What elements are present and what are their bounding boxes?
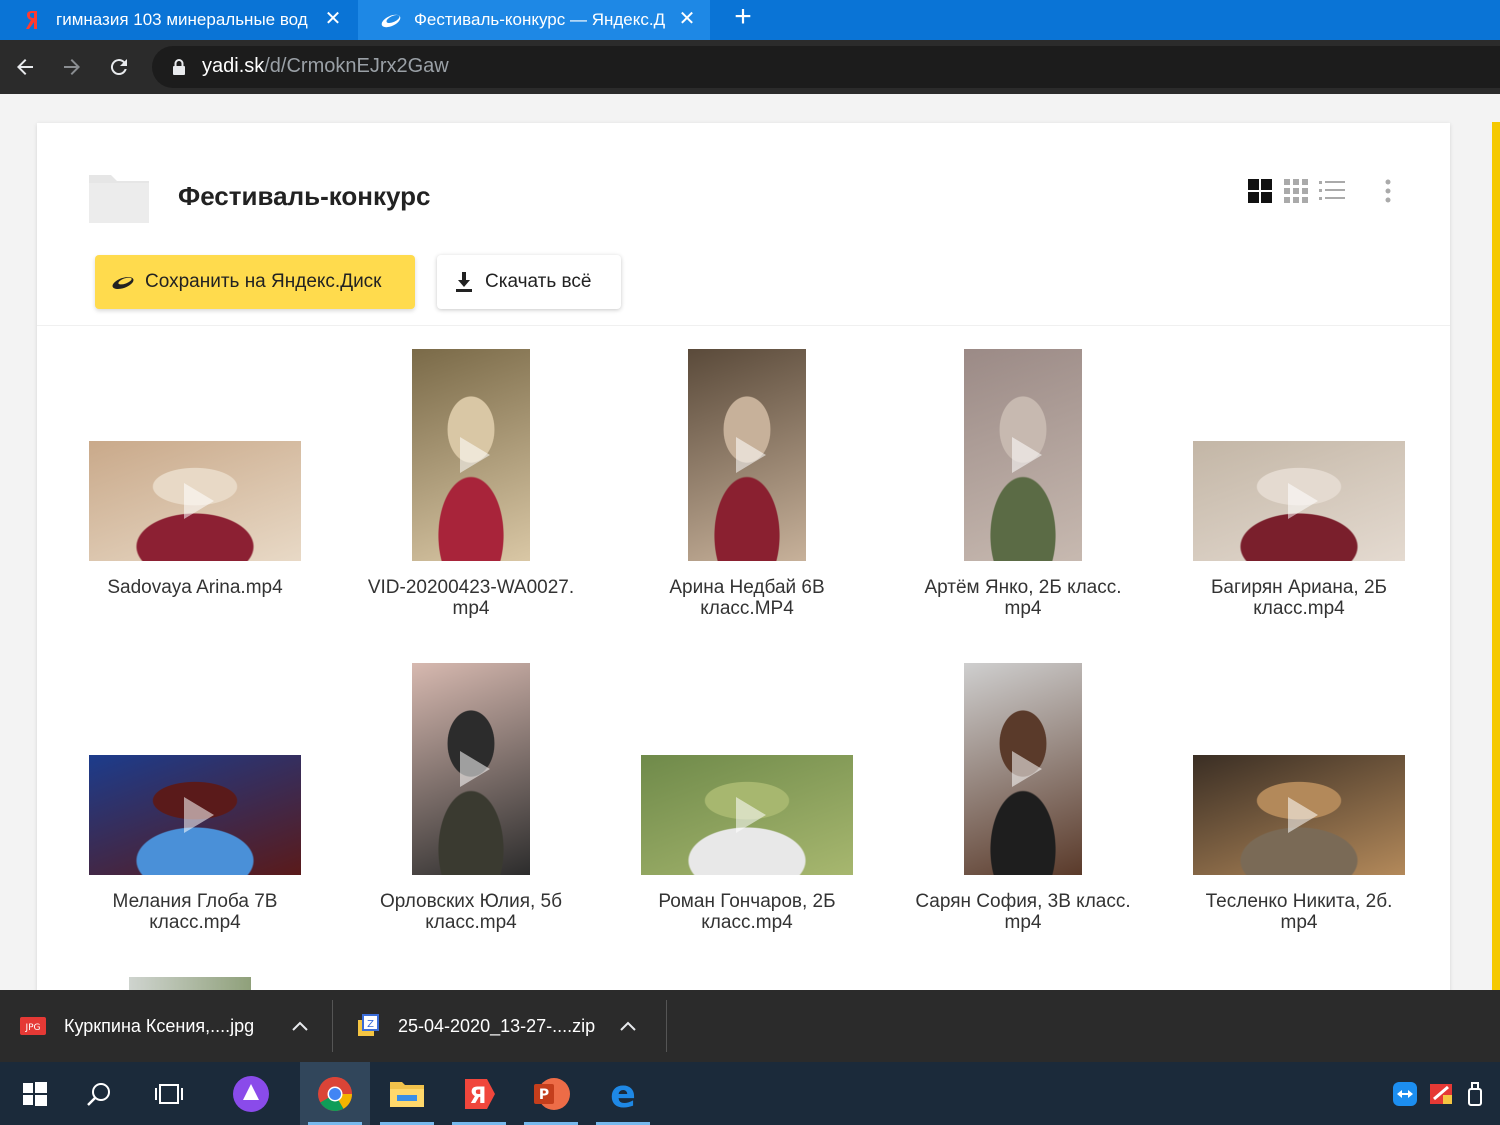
svg-text:JPG: JPG xyxy=(24,1023,40,1033)
file-name[interactable]: VID-20200423-WA0027. mp4 xyxy=(341,577,601,619)
tab-strip: гимназия 103 минеральные вод ✕ Фестиваль… xyxy=(0,0,1500,40)
taskbar: Я P e xyxy=(0,1062,1500,1125)
yandex-disk-icon xyxy=(380,9,402,31)
play-icon xyxy=(460,437,490,473)
more-options-icon[interactable] xyxy=(1375,178,1401,204)
video-thumbnail[interactable] xyxy=(1193,755,1405,875)
tab-title: Фестиваль-конкурс — Яндекс.Д xyxy=(414,10,666,29)
play-icon xyxy=(1012,437,1042,473)
list-view-icon[interactable] xyxy=(1319,178,1345,204)
file-thumbnail-partial[interactable] xyxy=(129,977,251,990)
reload-icon[interactable] xyxy=(102,50,136,84)
page-viewport: Фестиваль-конкурс Сохранить на Яндекс.Ди… xyxy=(0,94,1500,990)
yandex-icon xyxy=(22,9,44,31)
file-name[interactable]: Мелания Глоба 7В класс.mp4 xyxy=(65,891,325,933)
file-name[interactable]: Орловских Юлия, 5б класс.mp4 xyxy=(341,891,601,933)
tab-title: гимназия 103 минеральные вод xyxy=(56,10,308,29)
download-all-button[interactable]: Скачать всё xyxy=(437,255,621,309)
play-icon xyxy=(184,483,214,519)
save-to-disk-label: Сохранить на Яндекс.Диск xyxy=(145,271,382,292)
download-icon xyxy=(455,272,473,292)
download-separator xyxy=(332,1000,333,1052)
page-scrollbar[interactable] xyxy=(1492,122,1500,990)
file-name[interactable]: Артём Янко, 2Б класс. mp4 xyxy=(893,577,1153,619)
play-icon xyxy=(1288,797,1318,833)
file-name[interactable]: Роман Гончаров, 2Б класс.mp4 xyxy=(617,891,877,933)
close-tab-icon[interactable]: ✕ xyxy=(324,9,342,29)
video-thumbnail[interactable] xyxy=(89,441,301,561)
play-icon xyxy=(1288,483,1318,519)
download-all-label: Скачать всё xyxy=(485,271,592,292)
tab-festival[interactable]: Фестиваль-конкурс — Яндекс.Д ✕ xyxy=(358,0,710,40)
play-icon xyxy=(736,437,766,473)
address-bar[interactable]: yadi.sk/d/CrmoknEJrx2Gaw xyxy=(152,46,1500,88)
back-arrow-icon[interactable] xyxy=(8,50,42,84)
windows-start-icon[interactable] xyxy=(0,1062,70,1125)
header-divider xyxy=(37,325,1450,326)
play-icon xyxy=(184,797,214,833)
video-thumbnail[interactable] xyxy=(688,349,806,561)
chevron-up-icon[interactable] xyxy=(620,1021,636,1031)
task-view-icon[interactable] xyxy=(134,1062,204,1125)
file-name[interactable]: Багирян Ариана, 2Б класс.mp4 xyxy=(1169,577,1429,619)
download-filename: 25-04-2020_13-27-....zip xyxy=(398,1015,596,1036)
play-icon xyxy=(1012,751,1042,787)
yandex-browser-icon[interactable]: Я xyxy=(444,1062,514,1125)
disk-save-icon xyxy=(111,274,135,290)
new-tab-button[interactable]: + xyxy=(728,2,758,36)
svg-text:P: P xyxy=(539,1087,549,1103)
url-text: yadi.sk/d/CrmoknEJrx2Gaw xyxy=(202,55,449,78)
download-separator xyxy=(666,1000,667,1052)
video-thumbnail[interactable] xyxy=(412,663,530,875)
forward-arrow-icon[interactable] xyxy=(55,50,89,84)
svg-text:e: e xyxy=(610,1077,636,1111)
zip-file-icon: Z xyxy=(356,1014,380,1038)
folder-icon xyxy=(89,173,149,223)
video-thumbnail[interactable] xyxy=(1193,441,1405,561)
jpg-file-icon: JPG xyxy=(20,1015,46,1037)
file-name[interactable]: Тесленко Никита, 2б. mp4 xyxy=(1169,891,1429,933)
save-to-disk-button[interactable]: Сохранить на Яндекс.Диск xyxy=(95,255,415,309)
alice-icon[interactable] xyxy=(216,1062,286,1125)
chrome-icon[interactable] xyxy=(300,1062,370,1125)
download-item-jpg[interactable]: JPG Куркпина Ксения,....jpg xyxy=(20,990,330,1062)
chevron-up-icon[interactable] xyxy=(292,1021,308,1031)
file-name[interactable]: Sadovaya Arina.mp4 xyxy=(65,577,325,598)
usb-tray-icon[interactable] xyxy=(1442,1062,1500,1125)
navigation-bar: yadi.sk/d/CrmoknEJrx2Gaw xyxy=(0,40,1500,94)
edge-icon[interactable]: e xyxy=(588,1062,658,1125)
tab-gymnasium[interactable]: гимназия 103 минеральные вод ✕ xyxy=(0,0,356,40)
video-thumbnail[interactable] xyxy=(964,663,1082,875)
play-icon xyxy=(460,751,490,787)
file-name[interactable]: Арина Недбай 6В класс.MP4 xyxy=(617,577,877,619)
download-item-zip[interactable]: Z 25-04-2020_13-27-....zip xyxy=(356,990,656,1062)
large-tiles-view-icon[interactable] xyxy=(1247,178,1273,204)
lock-icon xyxy=(172,58,186,81)
url-path: /d/CrmoknEJrx2Gaw xyxy=(264,55,449,77)
svg-text:Я: Я xyxy=(470,1084,487,1109)
file-name[interactable]: Сарян София, 3В класс. mp4 xyxy=(893,891,1153,933)
close-tab-icon[interactable]: ✕ xyxy=(678,9,696,29)
url-host: yadi.sk xyxy=(202,55,265,77)
search-icon[interactable] xyxy=(64,1062,134,1125)
folder-title: Фестиваль-конкурс xyxy=(178,181,431,211)
video-thumbnail[interactable] xyxy=(641,755,853,875)
download-shelf: JPG Куркпина Ксения,....jpg Z 25-04-2020… xyxy=(0,990,1500,1062)
svg-text:Z: Z xyxy=(367,1019,374,1030)
file-explorer-icon[interactable] xyxy=(372,1062,442,1125)
small-tiles-view-icon[interactable] xyxy=(1283,178,1309,204)
folder-card: Фестиваль-конкурс Сохранить на Яндекс.Ди… xyxy=(37,123,1450,990)
play-icon xyxy=(736,797,766,833)
video-thumbnail[interactable] xyxy=(412,349,530,561)
video-thumbnail[interactable] xyxy=(89,755,301,875)
video-thumbnail[interactable] xyxy=(964,349,1082,561)
powerpoint-icon[interactable]: P xyxy=(516,1062,586,1125)
download-filename: Куркпина Ксения,....jpg xyxy=(64,1015,255,1036)
